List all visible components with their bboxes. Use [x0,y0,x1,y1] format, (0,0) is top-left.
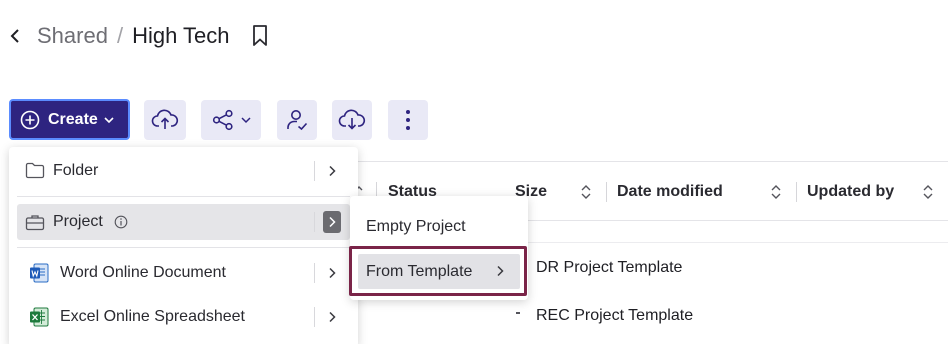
chevron-left-icon[interactable] [10,26,24,46]
folder-icon [25,162,45,179]
share-button[interactable] [201,99,261,140]
toolbar: Create [9,99,428,140]
assign-user-button[interactable] [277,99,317,140]
cloud-upload-icon [151,109,179,131]
chevron-right-icon [323,262,341,284]
chevron-down-icon [104,116,114,124]
more-button[interactable] [388,99,428,140]
create-menu: Folder Project Word Online Document Exce… [9,147,358,344]
plus-circle-icon [20,110,40,130]
bookmark-icon[interactable] [252,24,270,48]
menu-item-label: Project [53,213,103,230]
submenu-item-from-template[interactable]: From Template [358,254,520,289]
chevron-down-icon [240,116,251,124]
briefcase-icon [25,214,45,231]
menu-item-excel-online-spreadsheet[interactable]: Excel Online Spreadsheet [17,299,350,335]
chevron-right-icon [496,265,504,277]
cloud-download-icon [338,109,366,131]
word-icon [29,263,49,283]
sort-icon[interactable] [580,183,592,201]
sort-icon[interactable] [922,183,934,201]
sort-icon[interactable] [770,183,782,201]
breadcrumb-separator: / [116,23,124,48]
chevron-right-icon [323,211,341,233]
menu-item-folder[interactable]: Folder [17,153,350,189]
download-button[interactable] [332,99,372,140]
upload-button[interactable] [144,99,186,140]
chevron-right-icon [323,160,341,182]
chevron-right-icon [323,306,341,328]
info-icon[interactable] [114,215,128,229]
breadcrumb: Shared / High Tech [10,20,270,52]
share-icon [212,109,234,131]
page-title: High Tech [132,23,230,48]
column-header-updated-by[interactable]: Updated by [807,162,894,222]
more-vertical-icon [405,109,411,131]
user-check-icon [285,108,309,132]
menu-item-label: Folder [53,162,99,179]
menu-item-label: Word Online Document [60,264,226,281]
column-header-date-modified[interactable]: Date modified [617,162,723,222]
menu-item-word-online-document[interactable]: Word Online Document [17,255,350,291]
template-item-rec-project-template[interactable]: REC Project Template [536,307,693,325]
submenu-item-label: From Template [366,262,473,280]
template-item-dr-project-template[interactable]: DR Project Template [536,259,682,277]
menu-item-project[interactable]: Project [17,204,350,240]
breadcrumb-parent[interactable]: Shared [37,23,108,49]
dash-mark [516,312,520,314]
submenu-item-empty-project[interactable]: Empty Project [350,209,528,245]
create-button[interactable]: Create [9,99,130,140]
excel-icon [29,307,49,327]
menu-item-label: Excel Online Spreadsheet [60,308,245,325]
create-button-label: Create [48,110,98,128]
